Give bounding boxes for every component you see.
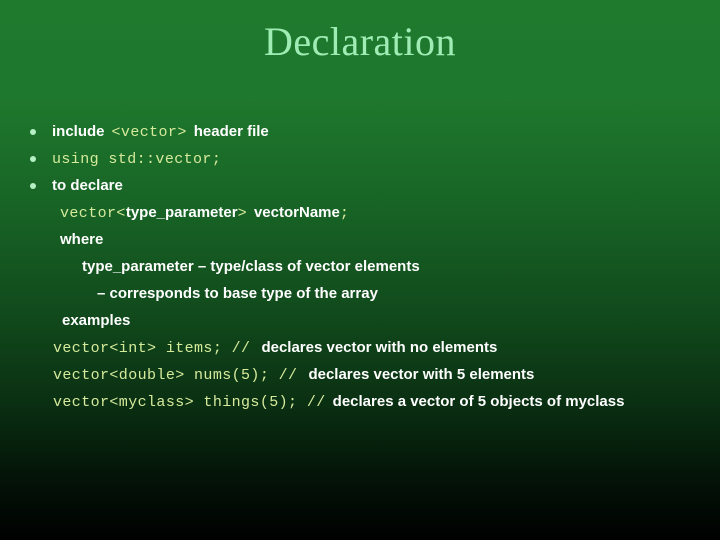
code-text-run: vector<int> items; // — [53, 340, 251, 357]
body-text-run: include — [52, 123, 105, 140]
page-title: Declaration — [263, 19, 457, 64]
detail-line-label: vector<type_parameter> vectorName; — [60, 199, 349, 227]
body-text-run: – corresponds to base type of the array — [97, 285, 378, 302]
body-text-run: type_parameter – type/class of vector el… — [82, 258, 420, 275]
code-text-run: vector<myclass> things(5); // — [53, 394, 326, 411]
body-text-run: where — [60, 231, 104, 248]
slide-canvas: Declaration include <vector> header file us… — [0, 0, 720, 540]
code-text-run: < — [116, 205, 126, 222]
detail-line-label: examples — [62, 307, 130, 334]
detail-line-label: vector<int> items; // declares vector wit… — [53, 334, 497, 362]
detail-line-label: vector<double> nums(5); // declares vecto… — [53, 361, 534, 389]
body-text-run: to declare — [52, 177, 123, 194]
bullet-dot-icon — [30, 156, 36, 162]
code-text-run: <vector> — [111, 124, 187, 141]
detail-line: type_parameter – type/class of vector el… — [0, 253, 720, 280]
detail-line: where — [0, 226, 720, 253]
detail-list: vector<type_parameter> vectorName; where ty… — [0, 199, 720, 415]
detail-line-label: type_parameter – type/class of vector el… — [82, 253, 420, 280]
bullet-item: include <vector> header file — [0, 118, 720, 145]
bullet-item: to declare — [0, 172, 720, 199]
detail-line-label: – corresponds to base type of the array — [97, 280, 378, 307]
detail-line: vector<int> items; // declares vector wit… — [0, 334, 720, 361]
detail-line: vector<type_parameter> vectorName; — [0, 199, 720, 226]
detail-line: – corresponds to base type of the array — [0, 280, 720, 307]
bullet-item-label: using std::vector; — [52, 145, 221, 173]
detail-line: vector<myclass> things(5); // declares a … — [0, 388, 720, 415]
detail-line: examples — [0, 307, 720, 334]
bullet-list: include <vector> header fileusing std::vec… — [0, 118, 720, 199]
bullet-dot-icon — [30, 129, 36, 135]
body-text-run: declares vector with no elements — [261, 339, 498, 356]
body-text-run: declares a vector of 5 objects of myclas… — [332, 393, 625, 410]
detail-line-label: where — [60, 226, 103, 253]
code-text-run: using std::vector; — [52, 151, 222, 168]
body-text-run: header file — [193, 123, 269, 140]
bullet-dot-icon — [30, 183, 36, 189]
bullet-item: using std::vector; — [0, 145, 720, 172]
bullet-item-label: to declare — [52, 172, 123, 199]
detail-line: vector<double> nums(5); // declares vecto… — [0, 361, 720, 388]
code-text-run: vector — [60, 205, 117, 222]
body-text-run: type_parameter — [125, 204, 238, 221]
body-text-run: declares vector with 5 elements — [308, 366, 535, 383]
code-text-run: > — [237, 205, 247, 222]
body-text-run: vectorName — [253, 204, 340, 221]
detail-line-label: vector<myclass> things(5); // declares a … — [53, 388, 624, 416]
code-text-run: ; — [339, 205, 350, 222]
body-text-run: examples — [62, 312, 131, 329]
bullet-item-label: include <vector> header file — [52, 118, 269, 146]
slide-body: include <vector> header file using std::vec… — [0, 118, 720, 415]
code-text-run: vector<double> nums(5); // — [53, 367, 298, 384]
